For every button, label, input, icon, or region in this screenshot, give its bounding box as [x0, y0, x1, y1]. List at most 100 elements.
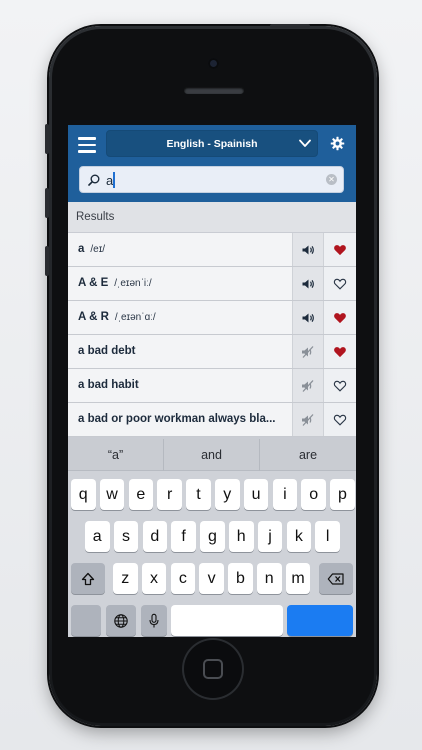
clear-icon[interactable]: ✕: [326, 174, 337, 185]
heart-outline-icon: [333, 278, 347, 290]
speaker-icon: [302, 313, 314, 322]
key-u[interactable]: u: [243, 479, 269, 510]
key-o[interactable]: o: [301, 479, 326, 510]
chevron-down-icon: [299, 139, 311, 147]
results-list: a/eɪ/A & E/ˌeɪənˈiː/A & R/ˌeɪənˈɑː/a bad…: [68, 233, 356, 437]
phonetic-text: /ˌeɪənˈɑː/: [114, 312, 156, 323]
favorite-button[interactable]: [323, 403, 356, 436]
speaker-muted-icon: [302, 345, 314, 358]
key-p[interactable]: p: [330, 479, 355, 510]
pronounce-button[interactable]: [292, 369, 323, 402]
app-header: English - Spainish ✕: [68, 125, 356, 202]
key-x[interactable]: x: [141, 563, 167, 594]
pronounce-button[interactable]: [292, 403, 323, 436]
favorite-button[interactable]: [323, 369, 356, 402]
delete-key[interactable]: [319, 563, 353, 594]
home-button[interactable]: [184, 640, 242, 698]
microphone-icon: [149, 613, 159, 627]
key-z[interactable]: z: [113, 563, 138, 594]
key-v[interactable]: v: [199, 563, 224, 594]
result-term: A & R/ˌeɪənˈɑː/: [78, 301, 288, 334]
results-section-header: Results: [68, 202, 356, 232]
favorite-button[interactable]: [323, 335, 356, 368]
result-row[interactable]: a bad debt: [68, 335, 356, 369]
heart-filled-icon: [334, 244, 346, 255]
key-g[interactable]: g: [200, 521, 225, 552]
key-e[interactable]: e: [128, 479, 154, 510]
key-s[interactable]: s: [113, 521, 139, 552]
backspace-icon: [327, 572, 344, 585]
key-y[interactable]: y: [215, 479, 240, 510]
term-text: a bad or poor workman always bla...: [78, 413, 276, 425]
pronounce-button[interactable]: [292, 233, 323, 266]
shift-key[interactable]: [71, 563, 105, 594]
pronounce-button[interactable]: [292, 335, 323, 368]
search-field[interactable]: ✕: [79, 166, 344, 193]
phonetic-text: /ˌeɪənˈiː/: [114, 278, 152, 289]
result-row[interactable]: a bad habit: [68, 369, 356, 403]
result-row[interactable]: A & R/ˌeɪənˈɑː/: [68, 301, 356, 335]
result-row[interactable]: a/eɪ/: [68, 233, 356, 267]
key-l[interactable]: l: [315, 521, 340, 552]
space-key[interactable]: [171, 605, 283, 636]
home-square-icon: [203, 659, 223, 679]
suggestion-1[interactable]: “a”: [68, 439, 164, 471]
mute-switch: [45, 124, 49, 154]
search-key[interactable]: [287, 605, 353, 636]
pronounce-button[interactable]: [292, 301, 323, 334]
key-d[interactable]: d: [142, 521, 168, 552]
result-row[interactable]: a bad or poor workman always bla...: [68, 403, 356, 437]
app-screen: English - Spainish ✕ Results a: [68, 125, 356, 637]
key-t[interactable]: t: [186, 479, 211, 510]
key-q[interactable]: q: [71, 479, 96, 510]
search-input[interactable]: [106, 170, 316, 190]
keyboard: “a” and are qwertyuiop asdfghjkl zxcvbnm: [68, 439, 356, 637]
favorite-button[interactable]: [323, 301, 356, 334]
favorite-button[interactable]: [323, 267, 356, 300]
gear-icon[interactable]: [330, 136, 345, 151]
heart-filled-icon: [334, 346, 346, 357]
phonetic-text: /eɪ/: [90, 244, 106, 255]
favorite-button[interactable]: [323, 233, 356, 266]
suggestion-3[interactable]: are: [260, 439, 356, 471]
term-text: a bad habit: [78, 379, 139, 391]
key-i[interactable]: i: [272, 479, 298, 510]
earpiece-speaker: [184, 87, 244, 94]
key-j[interactable]: j: [257, 521, 283, 552]
term-text: a: [78, 243, 85, 255]
key-b[interactable]: b: [228, 563, 253, 594]
result-term: a bad debt: [78, 335, 288, 368]
key-r[interactable]: r: [157, 479, 182, 510]
hamburger-menu-icon[interactable]: [78, 137, 96, 153]
shift-icon: [81, 572, 95, 585]
key-n[interactable]: n: [257, 563, 282, 594]
globe-key[interactable]: [106, 605, 136, 636]
suggestion-bar: “a” and are: [68, 439, 356, 471]
term-text: a bad debt: [78, 345, 136, 357]
heart-outline-icon: [333, 380, 347, 392]
sleep-button: [270, 24, 310, 28]
dictation-key[interactable]: [141, 605, 167, 636]
key-f[interactable]: f: [171, 521, 196, 552]
key-w[interactable]: w: [99, 479, 125, 510]
key-h[interactable]: h: [229, 521, 254, 552]
key-k[interactable]: k: [286, 521, 312, 552]
result-term: A & E/ˌeɪənˈiː/: [78, 267, 288, 300]
globe-icon: [114, 613, 128, 628]
result-row[interactable]: A & E/ˌeɪənˈiː/: [68, 267, 356, 301]
volume-up-button: [45, 188, 49, 218]
key-c[interactable]: c: [170, 563, 196, 594]
language-pair-select[interactable]: English - Spainish: [106, 130, 318, 157]
speaker-muted-icon: [302, 413, 314, 426]
result-term: a/eɪ/: [78, 233, 288, 266]
language-pair-label: English - Spainish: [166, 138, 258, 150]
pronounce-button[interactable]: [292, 267, 323, 300]
term-text: A & E: [78, 277, 109, 289]
numbers-key[interactable]: [71, 605, 101, 636]
suggestion-2[interactable]: and: [164, 439, 260, 471]
key-a[interactable]: a: [85, 521, 110, 552]
key-m[interactable]: m: [285, 563, 311, 594]
search-icon: [88, 174, 100, 186]
result-term: a bad habit: [78, 369, 288, 402]
heart-outline-icon: [333, 414, 347, 426]
